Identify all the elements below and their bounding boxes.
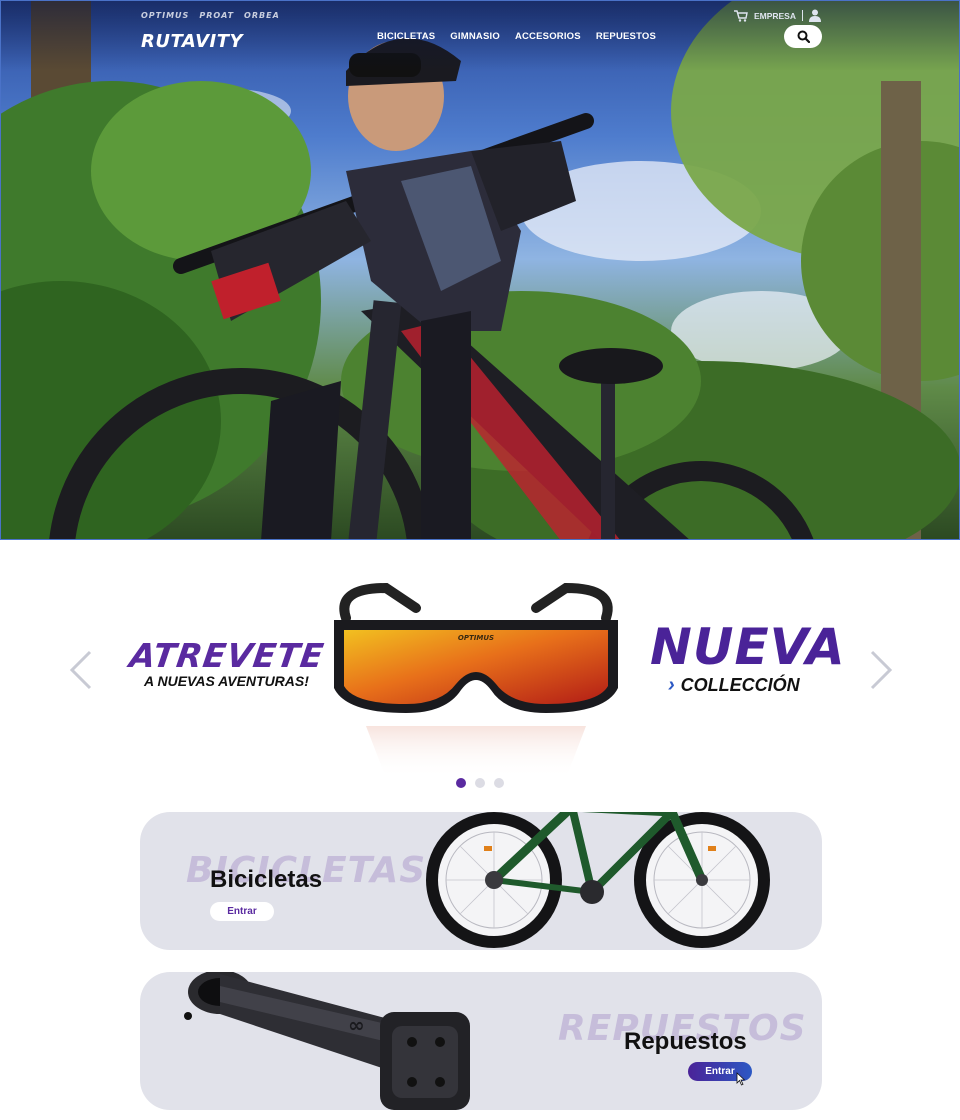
nav-bicicletas[interactable]: BICICLETAS [377, 31, 435, 42]
slide-tagline-left: ATREVETE A NUEVAS AVENTURAS! [127, 636, 327, 689]
search-button[interactable] [784, 25, 822, 48]
category-card-repuestos[interactable]: ∞ REPUESTOS Repuestos Entrar [140, 972, 822, 1110]
sunglasses-image: OPTIMUS [334, 582, 618, 778]
category-card-bicicletas[interactable]: BICICLETAS Bicicletas Entrar [140, 812, 822, 950]
slide-tagline-right: NUEVA › COLLECCIÓN [650, 622, 846, 697]
promo-carousel: ATREVETE A NUEVAS AVENTURAS! OPTIMUS NUE… [0, 560, 960, 800]
cart-icon[interactable] [733, 9, 748, 22]
stem-part-image: ∞ [184, 972, 470, 1110]
svg-text:∞: ∞ [348, 1013, 365, 1037]
chevron-right-icon: › [668, 674, 675, 696]
cursor-pointer-icon [736, 1072, 746, 1086]
hero-photo [1, 1, 959, 539]
nav-accesorios[interactable]: ACCESORIOS [515, 31, 581, 42]
user-icon[interactable] [809, 9, 821, 22]
search-icon [797, 30, 810, 43]
carousel-dot-2[interactable] [475, 778, 485, 788]
partner-brand-optimus[interactable]: OPTIMUS [141, 11, 189, 20]
slide-collection-text: COLLECCIÓN [680, 675, 800, 695]
slide-headline-atrevete: ATREVETE [127, 636, 327, 675]
category-title: Bicicletas [210, 866, 323, 893]
empresa-link[interactable]: EMPRESA [754, 11, 796, 21]
carousel-dot-3[interactable] [494, 778, 504, 788]
slide-headline-nueva: NUEVA [650, 618, 846, 676]
partner-brand-orbea[interactable]: ORBEA [244, 11, 280, 20]
utility-bar: EMPRESA [733, 9, 821, 22]
slide-subheadline: A NUEVAS AVENTURAS! [144, 673, 309, 689]
carousel-prev-arrow[interactable] [66, 648, 96, 692]
nav-repuestos[interactable]: REPUESTOS [596, 31, 656, 42]
slide-collection-label: › COLLECCIÓN [668, 674, 846, 697]
utility-divider [802, 10, 803, 21]
page: OPTIMUS PROAT ORBEA RUTAVITY BICICLETAS … [0, 0, 960, 1120]
carousel-next-arrow[interactable] [866, 648, 896, 692]
glasses-brand-label: OPTIMUS [458, 634, 494, 642]
partner-brands: OPTIMUS PROAT ORBEA [141, 11, 280, 20]
carousel-dot-1[interactable] [456, 778, 466, 788]
site-logo[interactable]: RUTAVITY [141, 31, 243, 52]
hero-banner: OPTIMUS PROAT ORBEA RUTAVITY BICICLETAS … [0, 0, 960, 540]
main-nav: BICICLETAS GIMNASIO ACCESORIOS REPUESTOS [377, 31, 656, 42]
partner-brand-proat[interactable]: PROAT [199, 11, 234, 20]
nav-gimnasio[interactable]: GIMNASIO [450, 31, 500, 42]
enter-button-bicicletas[interactable]: Entrar [210, 902, 274, 921]
bicycle-image [426, 812, 770, 948]
carousel-pagination [456, 778, 504, 788]
category-title: Repuestos [624, 1028, 747, 1055]
